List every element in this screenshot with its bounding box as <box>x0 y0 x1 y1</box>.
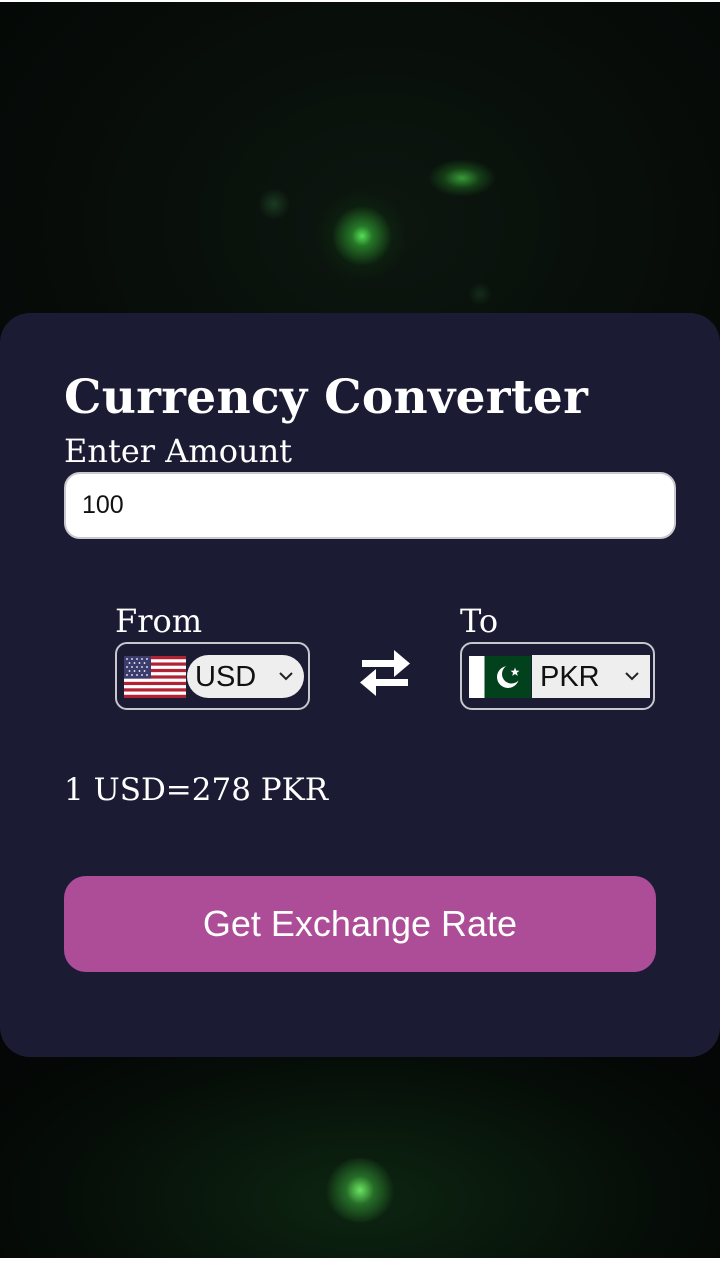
to-currency-container: PKR <box>460 642 655 710</box>
from-currency-container: USD <box>115 642 310 710</box>
to-currency-select[interactable]: PKR <box>532 655 650 698</box>
from-label: From <box>115 602 203 640</box>
get-exchange-rate-button[interactable]: Get Exchange Rate <box>64 876 656 972</box>
background-glow <box>326 1158 394 1222</box>
from-currency-select[interactable]: USD <box>187 655 304 698</box>
amount-input[interactable] <box>64 472 676 539</box>
to-label: To <box>460 602 499 640</box>
chevron-down-icon <box>625 672 639 681</box>
us-flag-icon <box>124 656 186 698</box>
page-title: Currency Converter <box>64 370 589 425</box>
from-currency-value: USD <box>195 661 257 693</box>
exchange-rate-text: 1 USD=278 PKR <box>64 772 329 808</box>
amount-label: Enter Amount <box>64 432 293 470</box>
swap-arrows-icon[interactable] <box>358 647 412 699</box>
pk-flag-icon <box>469 656 531 698</box>
background-image-bottom <box>0 1040 720 1258</box>
chevron-down-icon <box>279 672 293 681</box>
to-currency-value: PKR <box>540 661 600 693</box>
